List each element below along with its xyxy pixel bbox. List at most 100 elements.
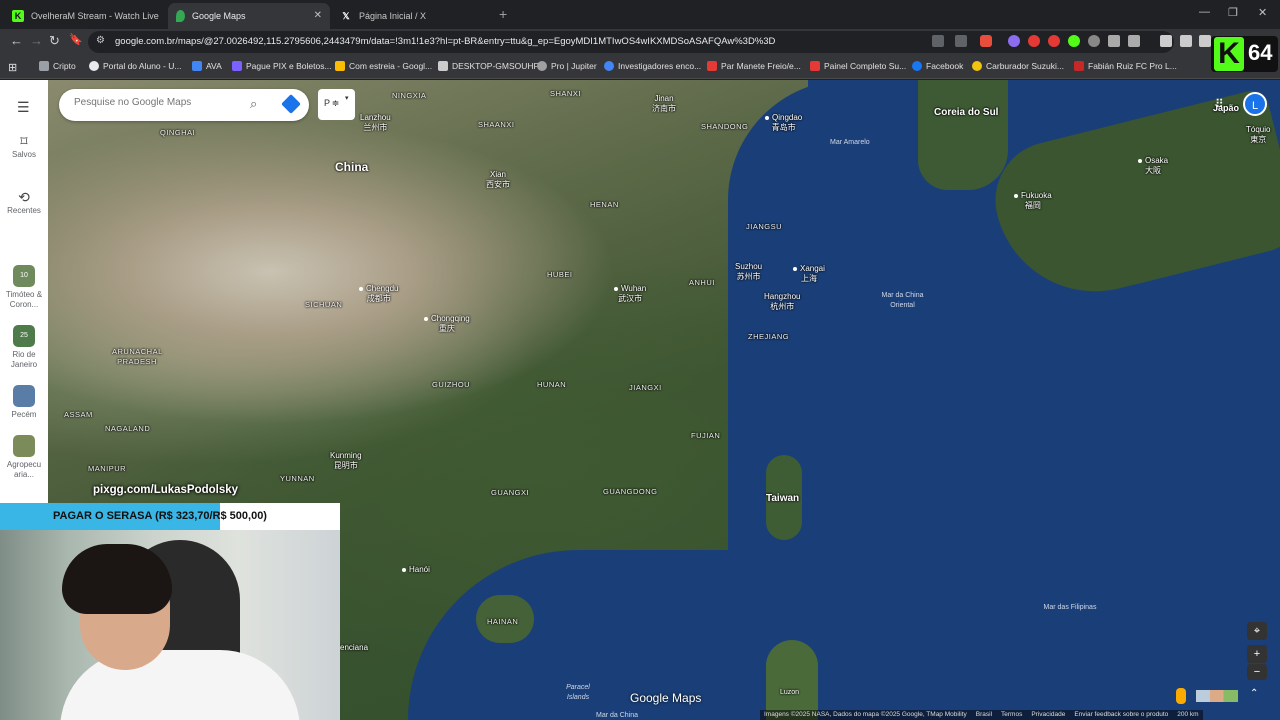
share-icon[interactable] — [955, 35, 967, 47]
my-location-button[interactable]: ⌖ — [1247, 622, 1267, 640]
recent-place[interactable]: 25 Rio de Janeiro — [0, 325, 48, 370]
bookmark-item[interactable]: Painel Completo Su... — [810, 61, 906, 71]
bookmark-item[interactable]: Carburador Suzuki... — [972, 61, 1064, 71]
bookmark-item[interactable]: Investigadores enco... — [604, 61, 701, 71]
bookmark-item[interactable]: Facebook — [912, 61, 963, 71]
land-luzon — [766, 640, 818, 720]
city-label[interactable]: Qingdao 青岛市 — [765, 113, 802, 133]
province-label: FUJIAN — [691, 431, 721, 440]
media-icon[interactable] — [1160, 35, 1172, 47]
city-label[interactable]: Chongqing 重庆 — [424, 314, 470, 334]
tab-kick[interactable]: K OvelheraM Stream - Watch Live on K — [4, 3, 168, 29]
scale-label[interactable]: 200 km — [1177, 711, 1198, 719]
city-name: Wuhan — [621, 284, 647, 293]
brave-shield-icon[interactable] — [980, 35, 992, 47]
city-label[interactable]: Hanói — [402, 565, 430, 575]
recent-place[interactable]: Agropecu aria... — [0, 435, 48, 480]
tab-label: Página Inicial / X — [359, 11, 427, 21]
google-maps-logo: Google Maps — [630, 691, 702, 705]
province-label: ARUNACHAL PRADESH — [112, 347, 163, 366]
screenshot-icon[interactable] — [1199, 35, 1211, 47]
extension-icon[interactable] — [1008, 35, 1020, 47]
extension-icon[interactable] — [1028, 35, 1040, 47]
city-dot — [793, 266, 797, 271]
bookmark-item[interactable]: Fabián Ruiz FC Pro L... — [1074, 61, 1177, 71]
footer-link[interactable]: Termos — [1001, 711, 1022, 719]
directions-icon[interactable] — [281, 94, 301, 114]
back-button[interactable]: ← — [10, 33, 23, 48]
minimize-button[interactable]: — — [1199, 6, 1210, 18]
bookmark-item[interactable]: Par Manete Freio/e... — [707, 61, 801, 71]
site-info-icon[interactable]: ⚙ — [96, 35, 105, 46]
close-window-button[interactable]: ✕ — [1258, 6, 1267, 19]
zoom-in-button[interactable]: + — [1247, 645, 1267, 663]
extension-icon[interactable] — [1128, 35, 1140, 47]
google-apps-icon[interactable]: ⠿ — [1215, 97, 1224, 111]
city-label[interactable]: Fukuoka 福岡 — [1014, 191, 1052, 211]
city-label[interactable]: Jinan 济南市 — [652, 94, 676, 114]
place-thumbnail — [13, 385, 35, 407]
maximize-button[interactable]: ❐ — [1228, 6, 1238, 19]
city-label[interactable]: Chengdu 成都市 — [359, 284, 398, 304]
bookmark-label: Carburador Suzuki... — [986, 61, 1064, 71]
bookmark-item[interactable]: Cripto — [39, 61, 76, 71]
bookmark-item[interactable]: AVA — [192, 61, 222, 71]
bookmark-item[interactable]: Portal do Aluno - U... — [89, 61, 181, 71]
city-label[interactable]: Tóquio 東京 — [1246, 125, 1270, 145]
menu-icon[interactable]: ☰ — [17, 99, 30, 116]
search-icon[interactable]: ⌕ — [250, 96, 257, 112]
extension-icon[interactable] — [1068, 35, 1080, 47]
layer-filter-chip[interactable]: P ≑ ▾ — [318, 89, 355, 120]
search-input[interactable] — [74, 97, 244, 108]
bookmark-icon[interactable]: 🔖 — [69, 33, 83, 46]
extension-icon[interactable] — [1048, 35, 1060, 47]
layers-icon[interactable] — [1196, 690, 1238, 702]
search-box[interactable]: ⌕ — [59, 89, 309, 121]
expand-up-icon[interactable]: ⌃ — [1250, 688, 1258, 699]
footer-link[interactable]: Enviar feedback sobre o produto — [1074, 711, 1168, 719]
new-tab-button[interactable]: + — [499, 6, 507, 22]
person-hair — [62, 544, 172, 614]
bookmark-item[interactable]: Com estreia - Googl... — [335, 61, 432, 71]
tab-google-maps[interactable]: Google Maps ✕ — [168, 3, 330, 29]
pix-icon — [232, 61, 242, 71]
city-native-name: 昆明市 — [333, 461, 358, 470]
extension-icon[interactable] — [1088, 35, 1100, 47]
saved-button[interactable]: ⌑ Salvos — [0, 134, 48, 160]
footer-link[interactable]: Privacidade — [1031, 711, 1065, 719]
city-label[interactable]: Suzhou 苏州市 — [735, 262, 762, 282]
city-label[interactable]: Lanzhou 兰州市 — [360, 113, 391, 133]
city-label[interactable]: enciana — [340, 643, 368, 653]
bookmark-item[interactable]: Pro | Jupiter — [537, 61, 597, 71]
city-name: Qingdao — [772, 113, 803, 122]
city-label[interactable]: Hangzhou 杭州市 — [764, 292, 800, 312]
place-thumbnail — [13, 435, 35, 457]
forward-button[interactable]: → — [30, 33, 43, 48]
cast-icon[interactable] — [932, 35, 944, 47]
account-avatar[interactable]: L — [1243, 92, 1267, 116]
sidebar-toggle-icon[interactable] — [1180, 35, 1192, 47]
city-name: Lanzhou — [360, 113, 391, 122]
tab-x[interactable]: 𝕏 Página Inicial / X — [332, 3, 492, 29]
street-view-pegman-icon[interactable] — [1176, 688, 1186, 704]
city-label[interactable]: Wuhan 武汉市 — [614, 284, 646, 304]
bookmark-item[interactable]: DESKTOP-GMSOUHF — [438, 61, 539, 71]
google-drive-icon — [335, 61, 345, 71]
recent-button[interactable]: ⟲ Recentes — [0, 190, 48, 216]
footer-link[interactable]: Brasil — [976, 711, 992, 719]
city-label[interactable]: Kunming 昆明市 — [330, 451, 362, 471]
recent-place[interactable]: Pecém — [0, 385, 48, 420]
zoom-out-button[interactable]: − — [1247, 664, 1267, 680]
recent-place[interactable]: 10 Timóteo & Coron... — [0, 265, 48, 310]
province-label: SICHUAN — [305, 300, 343, 309]
apps-grid-icon[interactable]: ⊞ — [8, 61, 17, 74]
bookmark-item[interactable]: Pague PIX e Boletos... — [232, 61, 332, 71]
city-label[interactable]: Xangai 上海 — [793, 264, 825, 284]
reload-button[interactable]: ↻ — [49, 33, 60, 49]
extensions-puzzle-icon[interactable] — [1108, 35, 1120, 47]
city-label[interactable]: Xian 西安市 — [486, 170, 510, 190]
city-name: Xian — [489, 170, 506, 179]
city-label[interactable]: Osaka 大阪 — [1138, 156, 1168, 176]
city-dot — [359, 286, 363, 291]
close-tab-icon[interactable]: ✕ — [314, 10, 322, 21]
